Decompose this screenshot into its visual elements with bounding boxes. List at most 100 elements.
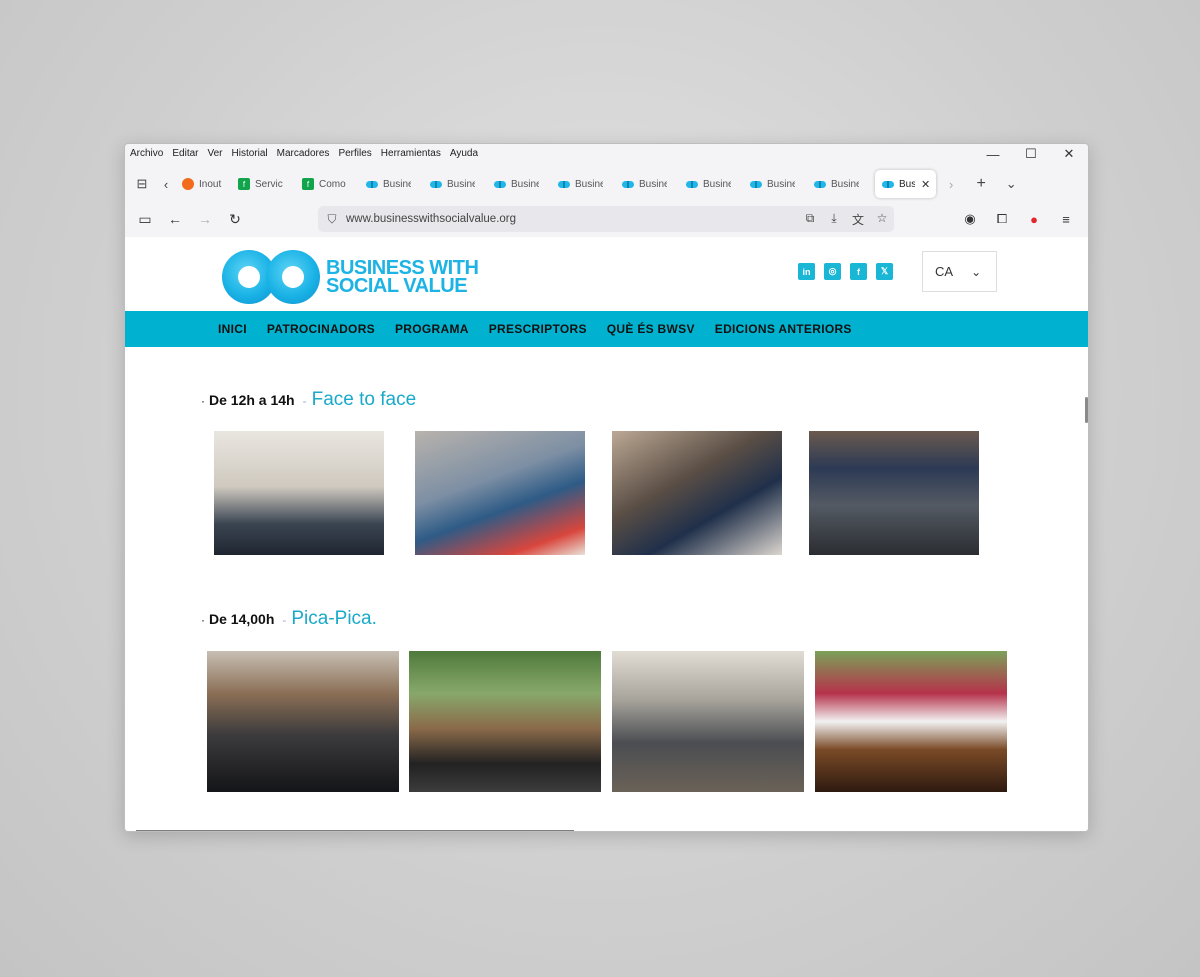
facebook-icon[interactable]: f <box>850 263 867 280</box>
close-window-icon[interactable]: ✕ <box>1050 144 1088 164</box>
vertical-scrollbar[interactable] <box>1085 397 1088 423</box>
nav-inici[interactable]: INICI <box>218 322 247 336</box>
bwsv-favicon-icon <box>494 178 506 190</box>
photo-face-to-face-1[interactable] <box>214 431 384 555</box>
sidebar-icon[interactable]: ▭ <box>130 205 160 233</box>
linkedin-icon[interactable]: in <box>798 263 815 280</box>
main-nav: INICI PATROCINADORS PROGRAMA PRESCRIPTOR… <box>125 311 1088 347</box>
account-icon[interactable]: ◉ <box>954 205 986 233</box>
section-title-face-to-face: · De 12h a 14h - Face to face <box>201 389 416 411</box>
tab-5[interactable]: Busine <box>487 170 551 198</box>
extensions-icon[interactable]: ⧠ <box>986 205 1018 233</box>
photo-pica-pica-4[interactable] <box>815 651 1007 792</box>
language-select[interactable]: CA ⌄ <box>922 251 997 292</box>
tab-label: Busine <box>767 178 795 190</box>
menu-marcadores[interactable]: Marcadores <box>277 148 330 159</box>
section-label: Face to face <box>311 389 417 410</box>
nav-que-es-bwsv[interactable]: QUÈ ÉS BWSV <box>607 322 695 336</box>
tab-strip: Inout f Servic f Como Busine Busine Busine Busin… <box>175 170 871 198</box>
photo-pica-pica-3[interactable] <box>612 651 804 792</box>
menu-historial[interactable]: Historial <box>232 148 268 159</box>
photo-pica-pica-1[interactable] <box>207 651 399 792</box>
bwsv-favicon-icon <box>430 178 442 190</box>
bookmark-star-icon[interactable]: ☆ <box>870 211 894 228</box>
tab-label: Busine <box>831 178 859 190</box>
tabs-scroll-right-icon[interactable]: › <box>936 170 966 198</box>
bwsv-favicon-icon <box>558 178 570 190</box>
toolbar-right: ◉ ⧠ ● ≡ <box>954 205 1082 233</box>
tab-label: Bus <box>899 178 915 190</box>
bwsv-favicon-icon <box>882 178 894 190</box>
nav-patrocinadors[interactable]: PATROCINADORS <box>267 322 375 336</box>
extension-red-icon[interactable]: ● <box>1018 205 1050 233</box>
green-favicon-icon: f <box>302 178 314 190</box>
new-tab-icon[interactable]: + <box>966 170 996 198</box>
tab-7[interactable]: Busine <box>615 170 679 198</box>
x-twitter-icon[interactable]: 𝕏 <box>876 263 893 280</box>
shield-icon[interactable]: ⛉ <box>318 212 346 227</box>
menu-perfiles[interactable]: Perfiles <box>338 148 371 159</box>
bwsv-favicon-icon <box>686 178 698 190</box>
orange-favicon-icon <box>182 178 194 190</box>
tab-9[interactable]: Busine <box>743 170 807 198</box>
url-text[interactable]: www.businesswithsocialvalue.org <box>346 213 798 225</box>
tab-active[interactable]: Bus ✕ <box>875 170 937 198</box>
menu-editar[interactable]: Editar <box>172 148 198 159</box>
tab-list-icon[interactable]: ⌄ <box>996 170 1026 198</box>
logo-text: BUSINESS WITH SOCIAL VALUE <box>326 258 479 296</box>
tab-3[interactable]: Busine <box>359 170 423 198</box>
photo-face-to-face-4[interactable] <box>809 431 979 555</box>
close-tab-icon[interactable]: ✕ <box>921 178 930 191</box>
tabs-scroll-left-icon[interactable]: ‹ <box>157 170 175 198</box>
nav-prescriptors[interactable]: PRESCRIPTORS <box>489 322 587 336</box>
minimize-icon[interactable]: — <box>974 144 1012 164</box>
menu-ayuda[interactable]: Ayuda <box>450 148 478 159</box>
forward-icon[interactable]: → <box>190 205 220 233</box>
site-logo[interactable]: BUSINESS WITH SOCIAL VALUE <box>222 250 479 304</box>
menu-ver[interactable]: Ver <box>207 148 222 159</box>
tab-2[interactable]: f Como <box>295 170 359 198</box>
reader-view-icon[interactable]: ⧉ <box>798 211 822 228</box>
photo-face-to-face-2[interactable] <box>415 431 585 555</box>
tab-label: Busine <box>511 178 539 190</box>
horizontal-scrollbar[interactable] <box>136 830 574 831</box>
photo-face-to-face-3[interactable] <box>612 431 782 555</box>
menu-herramientas[interactable]: Herramientas <box>381 148 441 159</box>
nav-bar: ▭ ← → ↻ ⛉ www.businesswithsocialvalue.or… <box>125 202 1088 236</box>
photo-pica-pica-2[interactable] <box>409 651 601 792</box>
section-time: De 14,00h <box>209 611 275 627</box>
bwsv-favicon-icon <box>366 178 378 190</box>
language-code: CA <box>935 264 954 279</box>
instagram-icon[interactable]: ◎ <box>824 263 841 280</box>
hamburger-menu-icon[interactable]: ≡ <box>1050 205 1082 233</box>
url-bar[interactable]: ⛉ www.businesswithsocialvalue.org ⧉ ⤓ 文 … <box>318 206 894 232</box>
download-icon[interactable]: ⤓ <box>822 211 846 228</box>
tab-4[interactable]: Busine <box>423 170 487 198</box>
bwsv-favicon-icon <box>750 178 762 190</box>
tab-label: Busine <box>639 178 667 190</box>
tab-10[interactable]: Busine <box>807 170 871 198</box>
maximize-icon[interactable]: ☐ <box>1012 144 1050 164</box>
tab-8[interactable]: Busine <box>679 170 743 198</box>
menu-archivo[interactable]: Archivo <box>130 148 163 159</box>
tab-label: Busine <box>383 178 411 190</box>
tab-overview-icon[interactable]: ⊟ <box>127 170 157 198</box>
tab-label: Busine <box>447 178 475 190</box>
bwsv-favicon-icon <box>814 178 826 190</box>
bwsv-favicon-icon <box>622 178 634 190</box>
tab-label: Servic <box>255 178 283 190</box>
tab-label: Busine <box>575 178 603 190</box>
window-controls: — ☐ ✕ <box>974 144 1088 166</box>
reload-icon[interactable]: ↻ <box>220 205 250 233</box>
tab-label: Como <box>319 178 346 190</box>
nav-edicions-anteriors[interactable]: EDICIONS ANTERIORS <box>715 322 852 336</box>
back-icon[interactable]: ← <box>160 205 190 233</box>
translate-icon[interactable]: 文 <box>846 211 870 228</box>
tab-6[interactable]: Busine <box>551 170 615 198</box>
chevron-down-icon: ⌄ <box>971 264 982 279</box>
nav-programa[interactable]: PROGRAMA <box>395 322 469 336</box>
tab-1[interactable]: f Servic <box>231 170 295 198</box>
menu-bar: Archivo Editar Ver Historial Marcadores … <box>125 144 1088 162</box>
url-actions: ⧉ ⤓ 文 ☆ <box>798 211 894 228</box>
tab-0[interactable]: Inout <box>175 170 231 198</box>
